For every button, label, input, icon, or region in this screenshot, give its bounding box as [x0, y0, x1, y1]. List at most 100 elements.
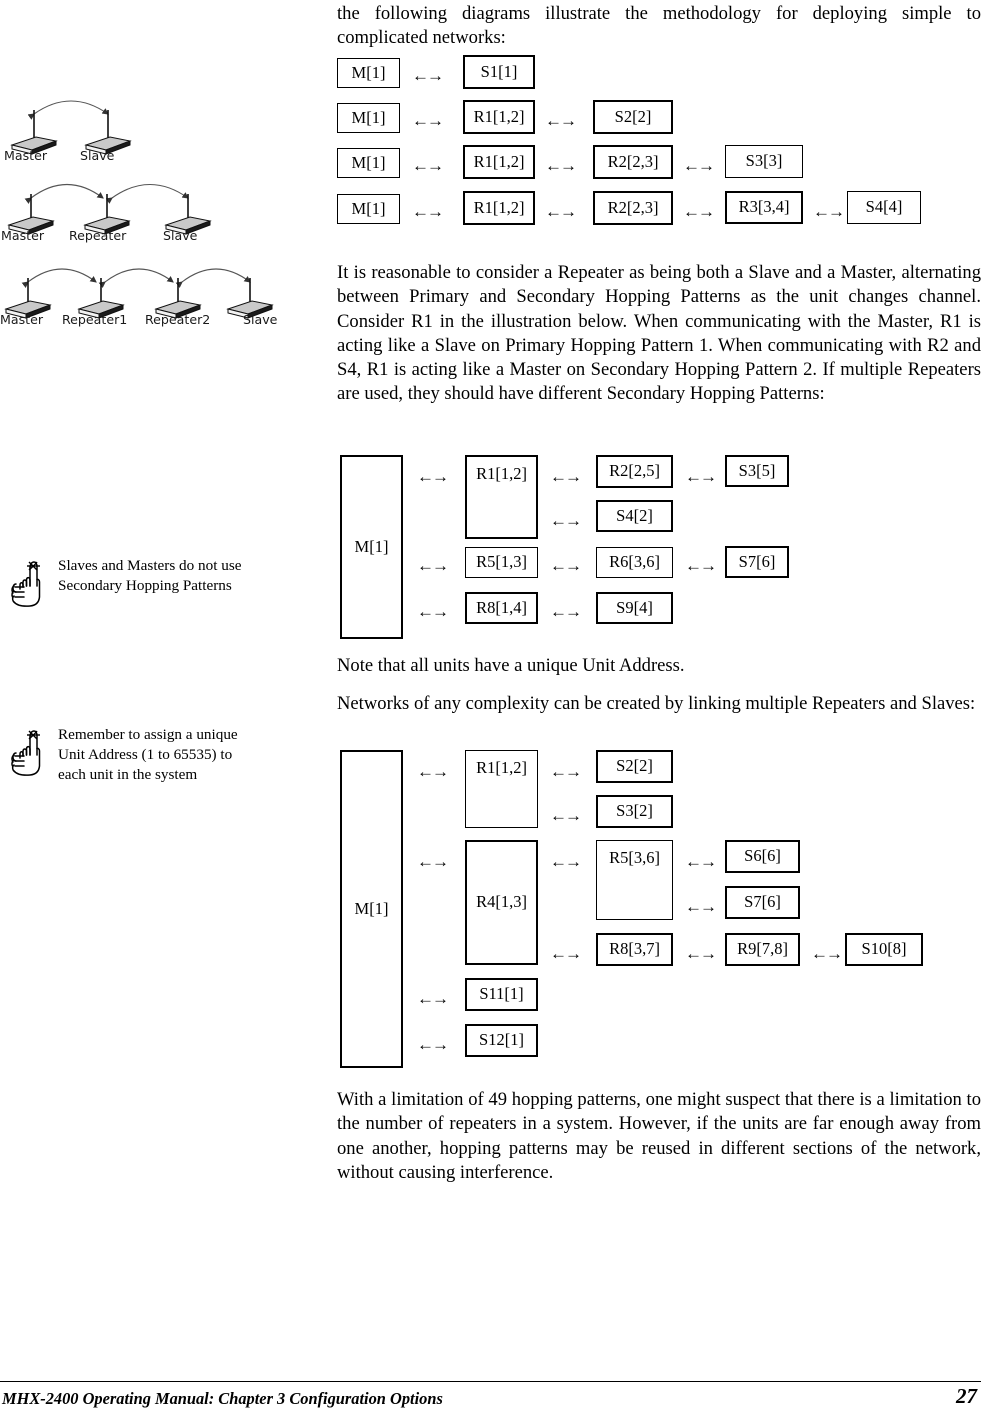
- link-arrow: ←→: [550, 556, 582, 575]
- node-box: R1[1,2]: [465, 750, 538, 828]
- node-box-master: M[1]: [340, 455, 403, 639]
- node-box: S3[3]: [725, 145, 803, 178]
- node-box: M[1]: [337, 148, 400, 178]
- manual-page: Master Slave Master Repeater Slave Maste…: [0, 0, 981, 1419]
- pointing-hand-reminder-icon: [11, 730, 41, 776]
- node-box: S7[6]: [725, 886, 800, 919]
- node-box: S4[4]: [847, 191, 921, 224]
- note-text: Remember to assign a unique Unit Address…: [58, 726, 238, 783]
- limitation-paragraph: With a limitation of 49 hopping patterns…: [337, 1089, 981, 1183]
- radio-label: Slave: [163, 228, 198, 243]
- link-arrow: ←→: [550, 762, 582, 781]
- link-arrow: ←→: [545, 111, 577, 130]
- pointing-hand-reminder-icon: [11, 561, 41, 607]
- node-box: R6[3,6]: [596, 547, 673, 578]
- link-arrow: ←→: [550, 806, 582, 825]
- node-box: S4[2]: [596, 500, 673, 532]
- node-box: M[1]: [337, 103, 400, 133]
- link-arrow: ←→: [813, 202, 845, 221]
- node-box: R9[7,8]: [725, 933, 800, 966]
- node-box: S12[1]: [465, 1024, 538, 1057]
- node-box: R1[1,2]: [463, 145, 535, 179]
- node-box: R1[1,2]: [463, 191, 535, 225]
- link-arrow: ←→: [685, 944, 717, 963]
- link-arrow: ←→: [685, 467, 717, 486]
- sidebar: Master Slave Master Repeater Slave Maste…: [0, 0, 330, 1360]
- node-box: S2[2]: [596, 750, 673, 783]
- node-box: R4[1,3]: [465, 840, 538, 965]
- radio-label: Master: [4, 148, 48, 163]
- link-arrow: ←→: [412, 202, 444, 221]
- node-box: M[1]: [337, 58, 400, 88]
- node-box: R1[1,2]: [465, 455, 538, 539]
- link-arrow: ←→: [683, 156, 715, 175]
- node-box: S9[4]: [596, 592, 673, 624]
- node-box: S11[1]: [465, 978, 538, 1011]
- node-box: S10[8]: [845, 933, 923, 966]
- link-arrow: ←→: [412, 66, 444, 85]
- node-box: S6[6]: [725, 840, 800, 873]
- radio-label: Master: [0, 312, 44, 327]
- link-arrow: ←→: [685, 852, 717, 871]
- link-arrow: ←→: [412, 156, 444, 175]
- link-arrow: ←→: [417, 1035, 449, 1054]
- complexity-paragraph: Networks of any complexity can be create…: [337, 693, 976, 714]
- node-box-master: M[1]: [340, 750, 403, 1068]
- link-arrow: ←→: [417, 989, 449, 1008]
- figure-master-slave: Master Slave: [0, 88, 300, 163]
- node-box: R1[1,2]: [463, 100, 535, 134]
- note-unit-address: Remember to assign a unique Unit Address…: [10, 725, 250, 785]
- diagram-complex-network: M[1] ←→ R1[1,2] ←→ S2[2] ←→ S3[2] ←→ R4[…: [337, 750, 981, 1070]
- node-box: R5[1,3]: [465, 547, 538, 578]
- radio-label: Repeater1: [62, 312, 128, 327]
- link-arrow: ←→: [811, 944, 843, 963]
- link-arrow: ←→: [417, 556, 449, 575]
- intro-paragraph: the following diagrams illustrate the me…: [337, 3, 981, 49]
- footer-manual-title: MHX-2400 Operating Manual: Chapter 3 Con…: [2, 1389, 443, 1408]
- link-arrow: ←→: [683, 202, 715, 221]
- node-box: R5[3,6]: [596, 840, 673, 920]
- diagram-secondary-hopping: M[1] ←→ R1[1,2] ←→ R2[2,5] ←→ S3[5] ←→ S…: [337, 455, 981, 641]
- footer-page-number: 27: [956, 1384, 977, 1408]
- node-box: S3[5]: [725, 455, 789, 487]
- link-arrow: ←→: [412, 111, 444, 130]
- node-box: R3[3,4]: [725, 191, 803, 224]
- node-box: R8[1,4]: [465, 592, 538, 624]
- node-box: R2[2,3]: [593, 191, 673, 225]
- radio-label: Repeater: [69, 228, 127, 243]
- link-arrow: ←→: [417, 852, 449, 871]
- link-arrow: ←→: [417, 602, 449, 621]
- node-box: S7[6]: [725, 546, 789, 578]
- link-arrow: ←→: [550, 511, 582, 530]
- master-repeater-slave-diagram: [7, 183, 212, 235]
- radio-label: Master: [1, 228, 45, 243]
- node-box: M[1]: [337, 194, 400, 224]
- node-box: R2[2,3]: [593, 145, 673, 179]
- link-arrow: ←→: [550, 852, 582, 871]
- note-secondary-hopping: Slaves and Masters do not use Secondary …: [10, 556, 250, 608]
- radio-label: Slave: [243, 312, 278, 327]
- link-arrow: ←→: [550, 602, 582, 621]
- node-box: S1[1]: [463, 55, 535, 89]
- link-arrow: ←→: [545, 156, 577, 175]
- link-arrow: ←→: [685, 556, 717, 575]
- link-arrow: ←→: [545, 202, 577, 221]
- repeater-paragraph: It is reasonable to consider a Repeater …: [337, 262, 981, 405]
- note-text: Slaves and Masters do not use Secondary …: [58, 557, 242, 594]
- node-box: S3[2]: [596, 795, 673, 828]
- link-arrow: ←→: [685, 897, 717, 916]
- link-arrow: ←→: [417, 467, 449, 486]
- diagram-simple-networks: M[1] ←→ S1[1] M[1] ←→ R1[1,2] ←→ S2[2] M…: [337, 55, 981, 230]
- figure-master-repeater-slave: Master Repeater Slave: [0, 168, 310, 243]
- link-arrow: ←→: [550, 944, 582, 963]
- footer-divider: [0, 1381, 981, 1382]
- node-box: R8[3,7]: [596, 933, 673, 966]
- figure-master-repeaters-slave: Master Repeater1 Repeater2 Slave: [0, 252, 320, 327]
- node-box: R2[2,5]: [596, 455, 673, 488]
- unit-address-note: Note that all units have a unique Unit A…: [337, 655, 685, 676]
- radio-label: Repeater2: [145, 312, 211, 327]
- radio-label: Slave: [80, 148, 115, 163]
- link-arrow: ←→: [417, 762, 449, 781]
- link-arrow: ←→: [550, 467, 582, 486]
- node-box: S2[2]: [593, 100, 673, 134]
